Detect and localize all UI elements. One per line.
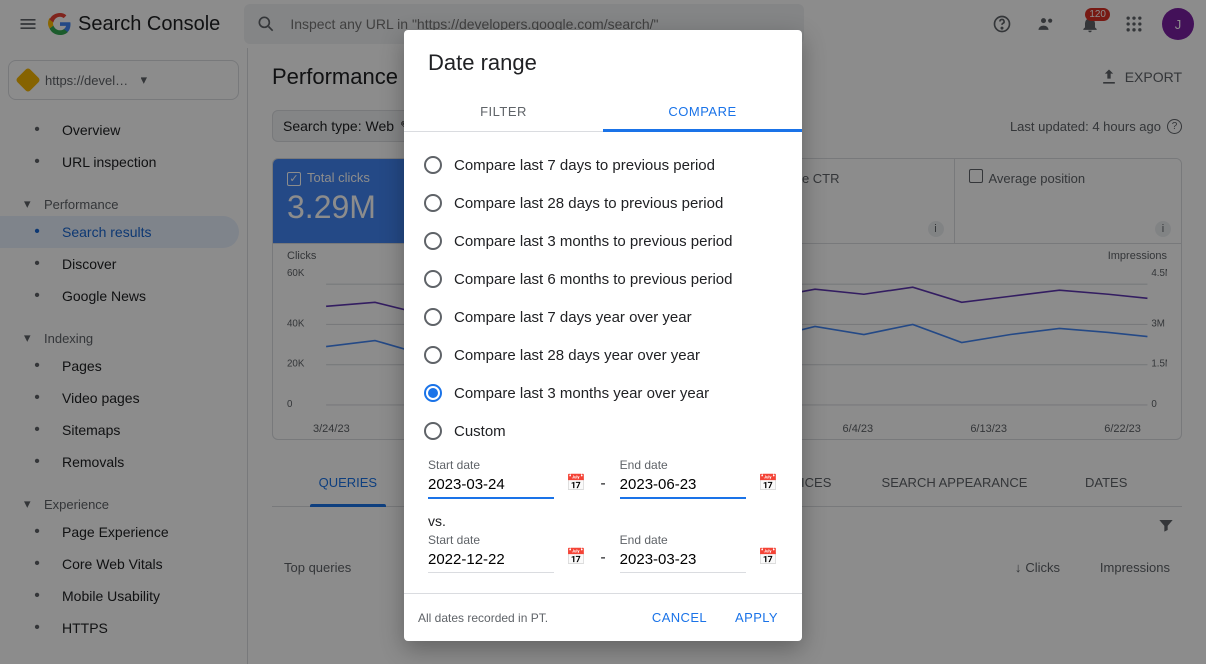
radio-icon [424, 346, 442, 364]
footer-note: All dates recorded in PT. [418, 611, 548, 625]
radio-icon [424, 232, 442, 250]
start-b-input[interactable] [428, 547, 554, 573]
radio-label: Custom [454, 423, 506, 440]
cancel-button[interactable]: CANCEL [642, 604, 717, 631]
modal-tab-compare[interactable]: COMPARE [603, 92, 802, 131]
range-dash: - [598, 549, 607, 573]
modal-title: Date range [404, 30, 802, 92]
end-a-label: End date [620, 458, 746, 472]
compare-option-4[interactable]: Compare last 7 days year over year [416, 298, 790, 336]
compare-option-1[interactable]: Compare last 28 days to previous period [416, 184, 790, 222]
start-b-label: Start date [428, 533, 554, 547]
radio-label: Compare last 3 months year over year [454, 385, 709, 402]
range-dash: - [598, 475, 607, 499]
calendar-icon[interactable]: 📅 [566, 547, 586, 573]
radio-label: Compare last 28 days year over year [454, 347, 700, 364]
compare-option-3[interactable]: Compare last 6 months to previous period [416, 260, 790, 298]
radio-icon [424, 422, 442, 440]
radio-icon [424, 194, 442, 212]
vs-label: vs. [404, 499, 802, 529]
radio-label: Compare last 28 days to previous period [454, 195, 723, 212]
compare-option-5[interactable]: Compare last 28 days year over year [416, 336, 790, 374]
compare-option-0[interactable]: Compare last 7 days to previous period [416, 146, 790, 184]
compare-option-6[interactable]: Compare last 3 months year over year [416, 374, 790, 412]
start-a-input[interactable] [428, 472, 554, 499]
start-a-label: Start date [428, 458, 554, 472]
end-b-label: End date [620, 533, 746, 547]
radio-icon [424, 156, 442, 174]
radio-label: Compare last 7 days year over year [454, 309, 692, 326]
radio-label: Compare last 6 months to previous period [454, 271, 732, 288]
end-b-input[interactable] [620, 547, 746, 573]
calendar-icon[interactable]: 📅 [758, 473, 778, 499]
compare-option-2[interactable]: Compare last 3 months to previous period [416, 222, 790, 260]
apply-button[interactable]: APPLY [725, 604, 788, 631]
radio-label: Compare last 3 months to previous period [454, 233, 732, 250]
end-a-input[interactable] [620, 472, 746, 499]
compare-option-7[interactable]: Custom [416, 412, 790, 450]
calendar-icon[interactable]: 📅 [566, 473, 586, 499]
modal-tab-filter[interactable]: FILTER [404, 92, 603, 131]
radio-label: Compare last 7 days to previous period [454, 157, 715, 174]
calendar-icon[interactable]: 📅 [758, 547, 778, 573]
radio-icon [424, 384, 442, 402]
date-range-dialog: Date range FILTERCOMPARE Compare last 7 … [404, 30, 802, 641]
radio-icon [424, 308, 442, 326]
radio-icon [424, 270, 442, 288]
